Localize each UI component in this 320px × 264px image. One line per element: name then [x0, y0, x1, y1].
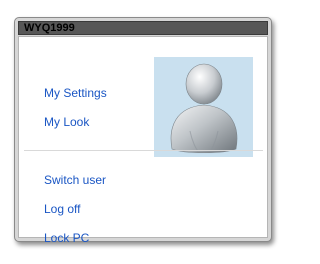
- menu-divider: [24, 150, 263, 151]
- title-bar: WYQ1999: [18, 21, 268, 35]
- user-menu-window: WYQ1999 My Settings My Look Switch user …: [14, 17, 272, 245]
- log-off-link[interactable]: Log off: [44, 202, 80, 216]
- my-look-link[interactable]: My Look: [44, 115, 89, 129]
- menu-panel: My Settings My Look Switch user Log off …: [18, 36, 268, 245]
- my-settings-link[interactable]: My Settings: [44, 86, 107, 100]
- switch-user-link[interactable]: Switch user: [44, 173, 106, 187]
- window-title: WYQ1999: [24, 22, 75, 34]
- avatar: [154, 57, 253, 157]
- lock-pc-link[interactable]: Lock PC: [44, 231, 89, 245]
- user-avatar-icon: [168, 63, 240, 155]
